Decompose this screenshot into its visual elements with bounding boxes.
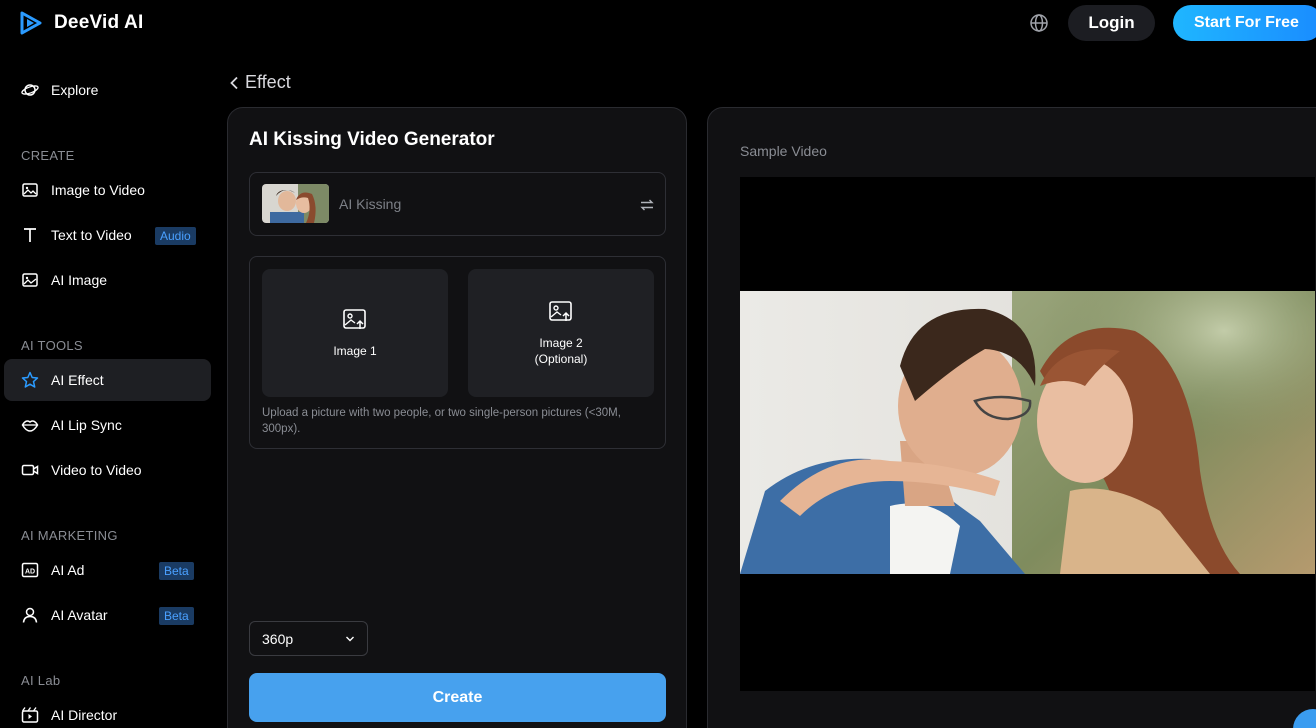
video-camera-icon xyxy=(21,461,39,479)
upload-label: Image 1 xyxy=(333,344,377,358)
sidebar-item-label: Image to Video xyxy=(51,182,145,198)
text-icon xyxy=(21,226,39,244)
upload-label-line2: (Optional) xyxy=(534,352,588,366)
upload-label: Image 2 (Optional) xyxy=(535,335,588,367)
upload-hint: Upload a picture with two people, or two… xyxy=(262,407,621,435)
upload-image-2[interactable]: Image 2 (Optional) xyxy=(468,269,654,397)
resolution-value: 360p xyxy=(262,630,294,647)
upload-area: Image 1 Image 2 (Optional) Upload a pict… xyxy=(249,256,666,449)
sidebar-item-video-to-video[interactable]: Video to Video xyxy=(4,449,211,491)
svg-text:AD: AD xyxy=(25,568,35,575)
sidebar-item-text-to-video[interactable]: Text to Video Audio xyxy=(4,214,211,256)
sidebar-item-ai-effect[interactable]: AI Effect xyxy=(4,359,211,401)
sidebar-item-label: AI Director xyxy=(51,707,118,723)
page-title: AI Kissing Video Generator xyxy=(249,129,495,150)
sidebar-item-ai-lip-sync[interactable]: AI Lip Sync xyxy=(4,404,211,446)
sidebar-item-ai-director[interactable]: AI Director xyxy=(4,694,211,728)
generator-panel: AI Kissing Video Generator AI Kissing Im… xyxy=(227,107,687,728)
section-create: CREATE xyxy=(21,148,75,163)
sidebar-item-ai-avatar[interactable]: AI Avatar Beta xyxy=(4,594,211,636)
logo-icon xyxy=(20,11,42,35)
sample-video-player[interactable] xyxy=(740,177,1315,691)
sidebar-item-label: Video to Video xyxy=(51,462,142,478)
ad-icon: AD xyxy=(21,561,39,579)
ai-image-icon xyxy=(21,271,39,289)
sidebar-item-image-to-video[interactable]: Image to Video xyxy=(4,169,211,211)
sidebar-item-label: AI Lip Sync xyxy=(51,417,122,433)
image-upload-icon xyxy=(343,309,366,329)
sidebar-item-explore[interactable]: Explore xyxy=(4,69,211,111)
brand-name: DeeVid AI xyxy=(54,12,144,33)
sidebar-item-ai-image[interactable]: AI Image xyxy=(4,259,211,301)
lips-icon xyxy=(21,416,39,434)
user-icon xyxy=(21,606,39,624)
login-button[interactable]: Login xyxy=(1068,5,1155,41)
effect-name: AI Kissing xyxy=(339,196,402,212)
back-label: Effect xyxy=(245,72,291,92)
upload-image-1[interactable]: Image 1 xyxy=(262,269,448,397)
top-header: DeeVid AI Login Start For Free xyxy=(0,0,1316,46)
preview-panel: Sample Video xyxy=(707,107,1316,728)
audio-badge: Audio xyxy=(155,227,196,245)
chevron-down-icon xyxy=(346,636,354,642)
section-ai-tools: AI TOOLS xyxy=(21,338,83,353)
effect-selector[interactable]: AI Kissing xyxy=(249,172,666,236)
start-for-free-button[interactable]: Start For Free xyxy=(1173,5,1316,41)
chevron-left-icon xyxy=(230,76,238,89)
brand-logo[interactable]: DeeVid AI xyxy=(18,10,143,36)
swap-icon[interactable] xyxy=(639,197,655,213)
beta-badge: Beta xyxy=(159,607,194,625)
sidebar-item-label: AI Avatar xyxy=(51,607,108,623)
effect-thumbnail xyxy=(262,184,329,223)
image-icon xyxy=(21,181,39,199)
planet-icon xyxy=(21,81,39,99)
beta-badge: Beta xyxy=(159,562,194,580)
section-ai-lab: AI Lab xyxy=(21,673,61,688)
image-upload-icon xyxy=(549,301,572,321)
back-link[interactable]: Effect xyxy=(229,72,291,93)
sidebar-item-label: Explore xyxy=(51,82,99,98)
sidebar-item-label: AI Image xyxy=(51,272,108,288)
upload-label-line1: Image 2 xyxy=(539,336,583,350)
star-icon xyxy=(21,371,39,389)
sidebar-item-ai-ad[interactable]: AD AI Ad Beta xyxy=(4,549,211,591)
sample-video-label: Sample Video xyxy=(740,143,827,159)
sidebar-item-label: Text to Video xyxy=(51,227,132,243)
create-button[interactable]: Create xyxy=(249,673,666,722)
sidebar-item-label: AI Ad xyxy=(51,562,85,578)
resolution-select[interactable]: 360p xyxy=(249,621,368,656)
director-icon xyxy=(21,706,39,724)
globe-icon[interactable] xyxy=(1028,12,1050,34)
section-ai-marketing: AI MARKETING xyxy=(21,528,118,543)
sidebar-item-label: AI Effect xyxy=(51,372,104,388)
sample-video-frame xyxy=(740,291,1315,574)
